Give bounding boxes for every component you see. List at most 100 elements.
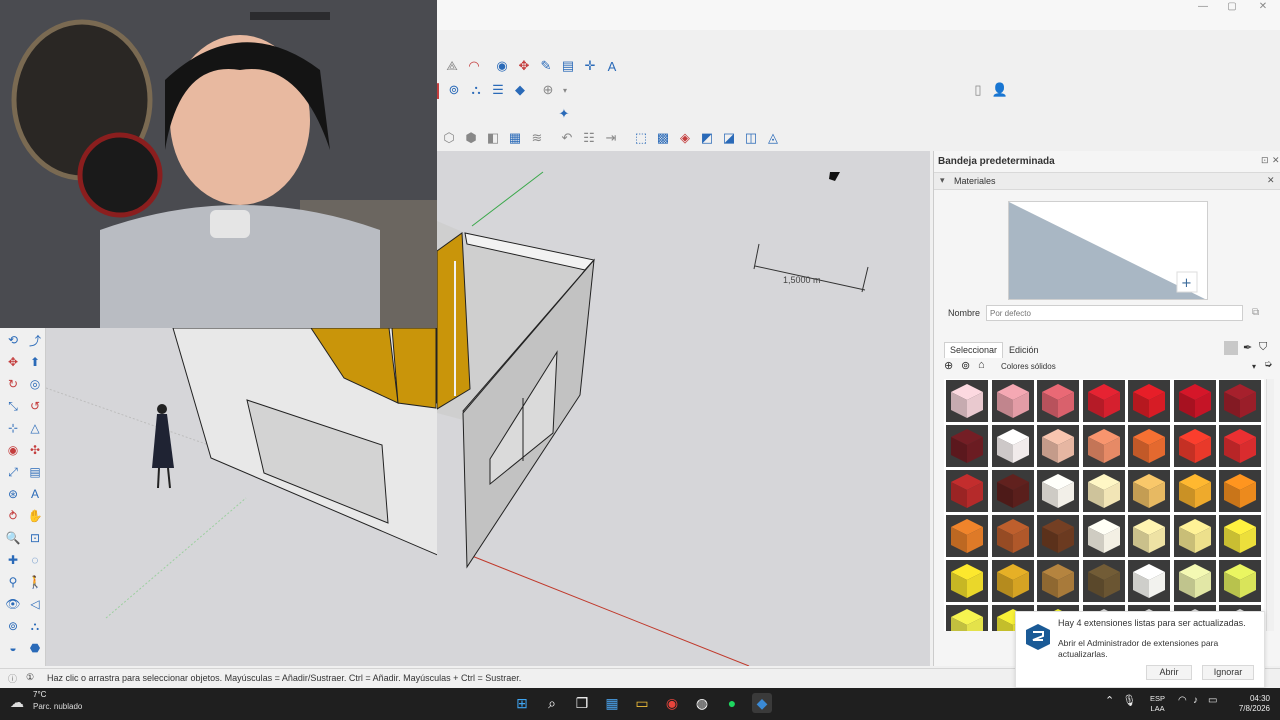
material-swatch[interactable]: [991, 515, 1034, 557]
material-swatch[interactable]: [946, 515, 988, 557]
paint-tool-icon[interactable]: ◉: [3, 440, 23, 460]
materials-tool-icon[interactable]: ◒: [3, 638, 23, 658]
3d-text-icon[interactable]: A: [603, 57, 621, 75]
3d-text-tool-icon[interactable]: A: [25, 484, 45, 504]
info-icon[interactable]: ①: [26, 672, 34, 683]
material-swatch[interactable]: [1082, 425, 1125, 467]
tape-icon[interactable]: ⊹: [3, 418, 23, 438]
paint-bucket-icon[interactable]: ⬣: [25, 638, 45, 658]
tab-select[interactable]: Seleccionar: [944, 342, 1004, 358]
dimension-tool-icon[interactable]: ⤢: [3, 462, 23, 482]
section-plane-icon[interactable]: ◁: [25, 594, 45, 614]
layers-icon[interactable]: ☰: [489, 81, 507, 99]
position-camera-icon[interactable]: ⚲: [3, 572, 23, 592]
forward-icon[interactable]: ⇥: [602, 129, 620, 147]
iso-view-icon[interactable]: ⬡: [440, 129, 458, 147]
top-view-icon[interactable]: ⬢: [462, 129, 480, 147]
orbit-tool-icon[interactable]: ⥁: [3, 506, 23, 526]
material-swatch[interactable]: [1219, 380, 1261, 422]
material-swatch[interactable]: [1082, 560, 1125, 602]
protractor-icon[interactable]: ⟁: [443, 57, 461, 75]
material-swatch[interactable]: [1219, 515, 1261, 557]
look-around-icon[interactable]: 👁: [3, 594, 23, 614]
3d-viewport-left[interactable]: [46, 328, 437, 666]
pan-icon[interactable]: ✋: [25, 506, 45, 526]
chevron-up-icon[interactable]: ⌃: [1105, 694, 1114, 707]
push-pull-icon[interactable]: ⬆: [25, 352, 45, 372]
section-tool-icon[interactable]: ⊛: [3, 484, 23, 504]
material-swatch[interactable]: [1173, 380, 1216, 422]
spotify-icon[interactable]: ●: [722, 693, 742, 713]
store-icon[interactable]: ▦: [602, 693, 622, 713]
grid-icon[interactable]: ▩: [654, 129, 672, 147]
zoom-window-icon[interactable]: ⊡: [25, 528, 45, 548]
swatch-scrollbar[interactable]: [1266, 379, 1274, 631]
section-icon[interactable]: ⛬: [467, 81, 485, 99]
close-button[interactable]: ✕: [1248, 0, 1278, 14]
language-indicator[interactable]: ESP LAA: [1150, 694, 1165, 714]
material-swatch[interactable]: [991, 470, 1034, 512]
user-icon[interactable]: 👤: [991, 81, 1009, 99]
zoom-icon[interactable]: 🔍: [3, 528, 23, 548]
front-view-icon[interactable]: ◧: [484, 129, 502, 147]
chrome-icon[interactable]: ◉: [662, 693, 682, 713]
material-name-field[interactable]: [986, 305, 1243, 321]
details-arrow-icon[interactable]: ➭: [1264, 359, 1272, 370]
pencil-icon[interactable]: ✎: [537, 57, 555, 75]
arc-icon[interactable]: ◠: [465, 57, 483, 75]
panel-close-icon[interactable]: ✕: [1267, 175, 1275, 186]
styles-tool-icon[interactable]: ⛬: [25, 616, 45, 636]
axes-tool-icon[interactable]: ✣: [25, 440, 45, 460]
text-icon[interactable]: ▤: [559, 57, 577, 75]
material-swatch[interactable]: [991, 425, 1034, 467]
duplicate-icon[interactable]: ⧉: [1252, 307, 1259, 318]
volume-icon[interactable]: ♪: [1193, 695, 1198, 706]
tray-pin-icon[interactable]: ⊡: [1261, 155, 1269, 166]
ignore-button[interactable]: Ignorar: [1202, 665, 1254, 680]
previous-view-icon[interactable]: ◌: [25, 550, 45, 570]
sandbox-icon[interactable]: ⬚: [632, 129, 650, 147]
text-tool-icon[interactable]: ▤: [25, 462, 45, 482]
undo-icon[interactable]: ↶: [558, 129, 576, 147]
3d-viewport[interactable]: 1,5000 m: [437, 151, 930, 666]
list-icon[interactable]: ☷: [580, 129, 598, 147]
tab-edit[interactable]: Edición: [1003, 342, 1045, 358]
geo-location-icon[interactable]: ⊕: [539, 81, 557, 99]
smoove-icon[interactable]: ◪: [720, 129, 738, 147]
follow-me-icon[interactable]: ⤴: [25, 330, 45, 350]
material-swatch[interactable]: [946, 425, 988, 467]
material-swatch[interactable]: [1173, 425, 1216, 467]
offset-icon[interactable]: ◎: [25, 374, 45, 394]
material-swatch[interactable]: [1037, 560, 1079, 602]
clock[interactable]: 04:30 7/8/2026: [1228, 694, 1270, 714]
start-icon[interactable]: ⊞: [512, 693, 532, 713]
material-swatch[interactable]: [946, 380, 988, 422]
tray-close-icon[interactable]: ✕: [1272, 155, 1280, 166]
material-swatch[interactable]: [946, 470, 988, 512]
material-swatch[interactable]: [1128, 380, 1170, 422]
wifi-icon[interactable]: ◠: [1178, 695, 1187, 706]
eyedropper-icon[interactable]: ✒: [1243, 341, 1252, 354]
battery-icon[interactable]: ▭: [1208, 695, 1217, 706]
paint-icon[interactable]: ◉: [493, 57, 511, 75]
add-detail-icon[interactable]: ◬: [764, 129, 782, 147]
forward-icon[interactable]: ⊚: [961, 359, 970, 372]
follow-icon[interactable]: ↺: [25, 396, 45, 416]
material-swatch[interactable]: [946, 560, 988, 602]
material-swatch[interactable]: [1173, 470, 1216, 512]
sketchup-taskbar-icon[interactable]: ◆: [752, 693, 772, 713]
material-swatch[interactable]: [1037, 470, 1079, 512]
walk-icon[interactable]: 🚶: [25, 572, 45, 592]
flip-edge-icon[interactable]: ◫: [742, 129, 760, 147]
protractor-tool-icon[interactable]: △: [25, 418, 45, 438]
bucket-icon[interactable]: ⛉: [1259, 341, 1267, 354]
components-icon[interactable]: ◆: [511, 81, 529, 99]
axes-icon[interactable]: ✛: [581, 57, 599, 75]
material-swatch[interactable]: [991, 380, 1034, 422]
materials-panel-header[interactable]: ▾ Materiales ✕: [934, 172, 1280, 190]
open-button[interactable]: Abrir: [1146, 665, 1192, 680]
move-tool-icon[interactable]: ✥: [3, 352, 23, 372]
material-swatch[interactable]: [1173, 515, 1216, 557]
material-swatch[interactable]: [1082, 470, 1125, 512]
material-swatch[interactable]: [1082, 515, 1125, 557]
